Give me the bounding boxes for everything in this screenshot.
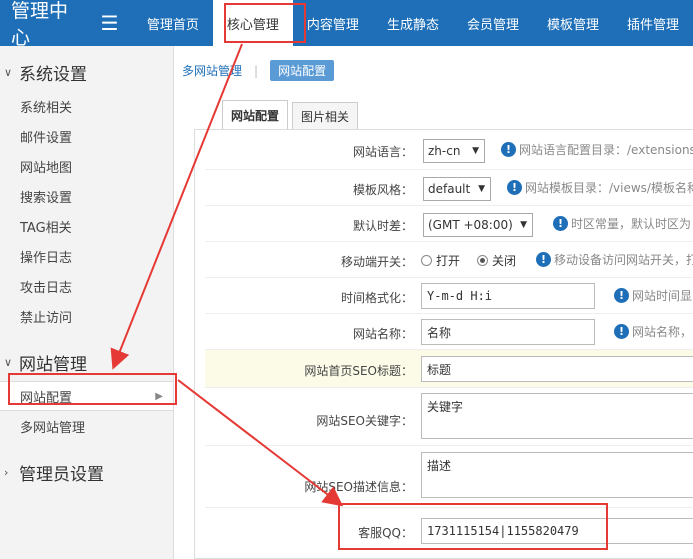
radio-unchecked-icon [421,255,432,266]
row-mobile: 移动端开关： 打开 关闭 ! 移动设备访问网站开关，打 [205,242,693,278]
tab-images[interactable]: 图片相关 [292,102,359,130]
field-label: 网站名称： [352,327,413,341]
hint-text: 网站名称， [632,325,693,339]
field-label: 移动端开关： [340,255,413,269]
annotation-box-qq [338,503,608,550]
info-icon: ! [536,252,551,267]
tab-bar: 网站配置 图片相关 [222,100,362,130]
template-select[interactable]: default ▼ [423,177,491,201]
top-bar: 管理中心 ☰ 管理首页 核心管理 内容管理 生成静态 会员管理 模板管理 插件管… [0,0,693,49]
sidebar-group-label: 系统设置 [19,64,87,85]
field-label: 模板风格： [352,183,413,197]
row-seo-keywords: 网站SEO关键字： 关键字 [205,388,693,446]
field-label: 默认时差： [352,219,413,233]
sidebar-item-mail[interactable]: 邮件设置 [0,121,173,151]
hint-text: 时区常量，默认时区为 [571,217,692,231]
row-timezone: 默认时差： (GMT +08:00) ▼ ! 时区常量，默认时区为 [205,206,693,242]
hint-sitename: ! 网站名称， [614,323,692,340]
breadcrumb-current: 网站配置 [270,60,335,81]
row-timeformat: 时间格式化： Y-m-d H:i ! 网站时间显 [205,278,693,314]
app-logo: 管理中心 [11,0,69,49]
seo-keywords-textarea[interactable]: 关键字 [421,393,693,439]
hint-text: 移动设备访问网站开关，打 [554,253,693,267]
nav-static[interactable]: 生成静态 [373,0,453,46]
sidebar-item-multisite[interactable]: 多网站管理 [0,411,173,441]
seo-desc-textarea[interactable]: 描述 [421,452,693,498]
sidebar-item-sitemap[interactable]: 网站地图 [0,151,173,181]
annotation-box-core [224,3,306,43]
caret-down-icon: ▼ [472,146,479,156]
timezone-select[interactable]: (GMT +08:00) ▼ [423,213,533,237]
row-template: 模板风格： default ▼ ! 网站模板目录：/views/模板名称 [205,170,693,206]
annotation-box-siteconfig [8,373,177,405]
info-icon: ! [614,324,629,339]
hint-timezone: ! 时区常量，默认时区为 [553,215,691,232]
chevron-down-icon: ∨ [4,65,13,79]
chevron-right-icon: › [4,465,9,479]
hint-text: 网站模板目录：/views/模板名称 [525,181,693,195]
top-nav: 管理首页 核心管理 内容管理 生成静态 会员管理 模板管理 插件管理 [133,0,693,46]
sidebar-item-search[interactable]: 搜索设置 [0,181,173,211]
info-icon: ! [553,216,568,231]
sidebar-group-label: 管理员设置 [19,464,104,485]
sidebar-group-admin[interactable]: › 管理员设置 [0,453,173,491]
main-content: 多网站管理 | 网站配置 网站配置 图片相关 网站语言： zh-cn ▼ ! 网站… [174,46,693,559]
info-icon: ! [507,180,522,195]
sidebar-item-attacklog[interactable]: 攻击日志 [0,271,173,301]
breadcrumb: 多网站管理 | 网站配置 [182,60,335,81]
breadcrumb-separator: | [254,63,259,78]
chevron-down-icon: ∨ [4,355,13,369]
nav-home[interactable]: 管理首页 [133,0,213,46]
caret-down-icon: ▼ [520,220,527,230]
field-label: 网站语言： [352,145,413,159]
radio-label: 打开 [436,254,461,268]
hint-text: 网站语言配置目录：/extensions/ [519,143,693,157]
hint-language: ! 网站语言配置目录：/extensions/ [501,141,693,158]
sidebar-item-tag[interactable]: TAG相关 [0,211,173,241]
field-label: 网站SEO描述信息： [304,480,413,494]
select-value: zh-cn [428,144,461,158]
seo-title-input[interactable]: 标题 [421,356,693,382]
sidebar-item-oplog[interactable]: 操作日志 [0,241,173,271]
row-seo-title: 网站首页SEO标题： 标题 [205,350,693,388]
hint-timeformat: ! 网站时间显 [614,287,692,304]
nav-templates[interactable]: 模板管理 [533,0,613,46]
radio-mobile-on[interactable]: 打开 [421,252,460,269]
caret-down-icon: ▼ [478,184,485,194]
info-icon: ! [614,288,629,303]
radio-mobile-off[interactable]: 关闭 [477,252,516,269]
hint-template: ! 网站模板目录：/views/模板名称 [507,179,693,196]
info-icon: ! [501,142,516,157]
row-seo-desc: 网站SEO描述信息： 描述 [205,446,693,508]
nav-plugins[interactable]: 插件管理 [613,0,693,46]
nav-members[interactable]: 会员管理 [453,0,533,46]
breadcrumb-parent[interactable]: 多网站管理 [182,62,242,79]
sidebar-group-label: 网站管理 [19,354,87,375]
select-value: (GMT +08:00) [428,218,513,232]
sidebar: ∨ 系统设置 系统相关 邮件设置 网站地图 搜索设置 TAG相关 操作日志 攻击… [0,46,174,559]
tab-site-config[interactable]: 网站配置 [222,100,289,130]
language-select[interactable]: zh-cn ▼ [423,139,485,163]
menu-toggle-icon[interactable]: ☰ [86,0,133,46]
hint-mobile: ! 移动设备访问网站开关，打 [536,251,693,268]
sitename-input[interactable]: 名称 [421,319,595,345]
radio-checked-icon [477,255,488,266]
timeformat-input[interactable]: Y-m-d H:i [421,283,595,309]
field-label: 时间格式化： [340,291,413,305]
field-label: 网站首页SEO标题： [304,364,413,378]
radio-label: 关闭 [492,254,517,268]
hint-text: 网站时间显 [632,289,693,303]
field-label: 网站SEO关键字： [316,414,413,428]
config-form: 网站语言： zh-cn ▼ ! 网站语言配置目录：/extensions/ 模板风… [194,129,693,559]
sidebar-item-system[interactable]: 系统相关 [0,91,173,121]
select-value: default [428,182,471,196]
row-sitename: 网站名称： 名称 ! 网站名称， [205,314,693,350]
row-language: 网站语言： zh-cn ▼ ! 网站语言配置目录：/extensions/ [205,130,693,170]
sidebar-item-block[interactable]: 禁止访问 [0,301,173,331]
sidebar-group-system[interactable]: ∨ 系统设置 [0,53,173,91]
